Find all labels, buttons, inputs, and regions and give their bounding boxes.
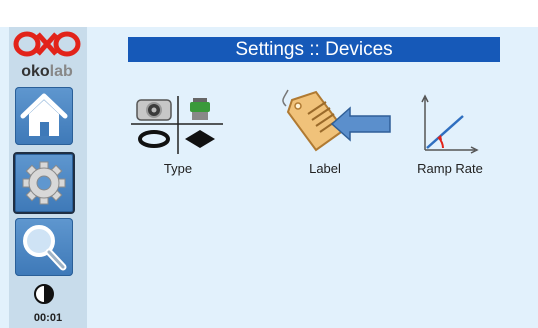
- label-label: Label: [309, 161, 341, 176]
- okolab-logo: okolab: [12, 30, 82, 82]
- home-button[interactable]: [15, 87, 73, 145]
- pointer-arrow-icon: [330, 106, 391, 142]
- device-type-icon: [131, 96, 223, 154]
- home-icon: [20, 93, 68, 136]
- ramp-rate-icon: [421, 94, 479, 154]
- search-button[interactable]: [15, 218, 73, 276]
- settings-button[interactable]: [13, 152, 75, 214]
- type-tile[interactable]: Type: [123, 88, 233, 188]
- type-label: Type: [163, 161, 193, 176]
- device-screen: okolab 00:01 Settings:: Devices Type La…: [0, 0, 538, 328]
- ramp-rate-label: Ramp Rate: [417, 161, 483, 176]
- search-icon: [23, 225, 67, 271]
- timer-readout: 00:01: [33, 312, 63, 324]
- page-title: Settings :: Devices: [128, 37, 500, 62]
- ramp-rate-tile[interactable]: Ramp Rate: [395, 88, 505, 188]
- logo-text: okolab: [21, 63, 73, 80]
- okolab-logo-icon: [13, 31, 81, 57]
- gear-icon: [22, 161, 66, 205]
- contrast-icon[interactable]: [33, 283, 55, 305]
